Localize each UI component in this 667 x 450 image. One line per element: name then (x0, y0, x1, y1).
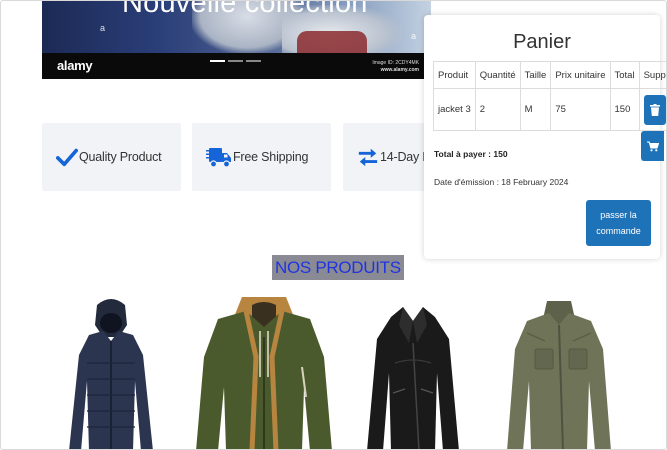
cart-toggle-button[interactable] (641, 131, 664, 161)
black-leather-jacket-image[interactable] (363, 303, 463, 450)
shopping-cart-icon (646, 141, 659, 151)
hero-url: www.alamy.com (380, 67, 419, 73)
exchange-arrows-icon (358, 148, 378, 167)
product-card[interactable] (196, 297, 332, 450)
feature-label: Quality Product (79, 150, 162, 164)
navy-puffer-jacket-image[interactable] (59, 291, 163, 450)
carousel-indicators[interactable] (210, 60, 261, 62)
feature-label: Free Shipping (233, 150, 309, 164)
cell-unit-price: 75 (550, 88, 611, 131)
hero-image-id: Image ID: 2CDY4MK (372, 60, 419, 66)
carousel-dot[interactable] (210, 60, 225, 62)
column-header-size: Taille (519, 61, 552, 89)
olive-hooded-jacket-image[interactable] (196, 297, 332, 450)
cart-issue-date: Date d'émission : 18 February 2024 (434, 177, 569, 187)
checkmark-icon (56, 148, 78, 167)
column-header-delete: Supp (638, 61, 666, 89)
delete-item-button[interactable] (643, 94, 666, 125)
hero-watermark: a (411, 31, 417, 41)
carousel-dot[interactable] (246, 60, 261, 62)
hero-watermark-strip: alamy Image ID: 2CDY4MK www.alamy.com (42, 53, 431, 79)
place-order-button[interactable]: passer la commande (586, 200, 651, 246)
product-card[interactable] (363, 303, 463, 450)
table-row: jacket 3 2 M 75 150 (433, 88, 666, 131)
alamy-logo: alamy (57, 58, 93, 73)
cart-table: Produit Quantité Taille Prix unitaire To… (433, 61, 666, 131)
hero-title: Nouvelle collection (122, 1, 368, 19)
feature-quality-product: Quality Product (42, 123, 181, 191)
carousel-dot[interactable] (228, 60, 243, 62)
cell-product: jacket 3 (433, 88, 476, 131)
feature-free-shipping: Free Shipping (192, 123, 331, 191)
section-title: NOS PRODUITS (272, 255, 404, 280)
hero-watermark: a (100, 23, 106, 33)
cart-total: Total à payer : 150 (434, 149, 508, 159)
column-header-total: Total (609, 61, 640, 89)
column-header-product: Produit (433, 61, 476, 89)
product-card[interactable] (59, 291, 163, 450)
cell-size: M (519, 88, 552, 131)
hero-banner[interactable]: Nouvelle collection a a alamy Image ID: … (42, 1, 431, 79)
column-header-unit-price: Prix unitaire (550, 61, 611, 89)
delivery-truck-icon (206, 148, 231, 168)
cell-quantity: 2 (474, 88, 521, 131)
cart-panel: Panier Produit Quantité Taille Prix unit… (424, 15, 666, 259)
cart-title: Panier (513, 31, 571, 53)
trash-icon (649, 103, 660, 116)
cell-delete (638, 88, 666, 131)
hero-chair (297, 31, 367, 53)
page: Nouvelle collection a a alamy Image ID: … (0, 0, 667, 450)
khaki-field-jacket-image[interactable] (505, 301, 613, 450)
product-card[interactable] (505, 301, 613, 450)
column-header-quantity: Quantité (474, 61, 521, 89)
table-header-row: Produit Quantité Taille Prix unitaire To… (433, 61, 666, 89)
cell-total: 150 (609, 88, 640, 131)
